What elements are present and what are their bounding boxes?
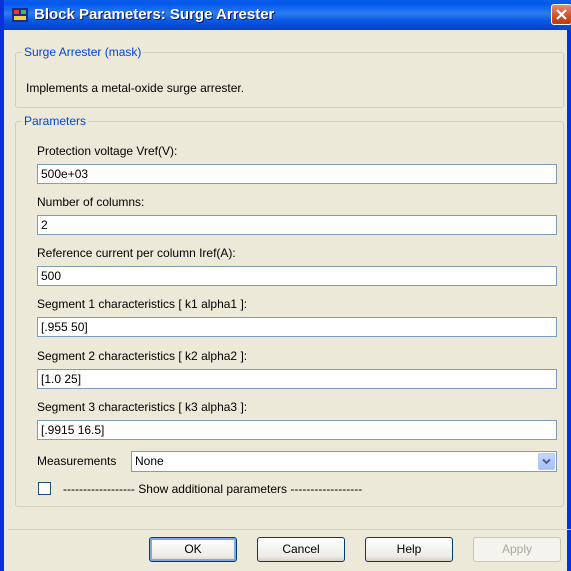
ok-button[interactable]: OK <box>149 537 237 562</box>
protection-voltage-label: Protection voltage Vref(V): <box>37 144 178 158</box>
segment-1-field[interactable]: [.955 50] <box>37 317 557 337</box>
mask-group: Surge Arrester (mask) Implements a metal… <box>15 45 564 108</box>
segment-3-field[interactable]: [.9915 16.5] <box>37 420 557 440</box>
mask-legend: Surge Arrester (mask) <box>22 45 144 59</box>
measurements-label: Measurements <box>37 454 117 468</box>
reference-current-label: Reference current per column Iref(A): <box>37 246 236 260</box>
measurements-selected: None <box>135 454 164 468</box>
reference-current-field[interactable]: 500 <box>37 266 557 286</box>
dropdown-arrow[interactable] <box>538 453 555 470</box>
close-icon <box>556 9 567 20</box>
footer-divider <box>8 529 571 530</box>
chevron-down-icon <box>542 458 551 465</box>
help-button[interactable]: Help <box>365 537 453 562</box>
parameters-legend: Parameters <box>22 114 89 128</box>
dialog-window: Block Parameters: Surge Arrester Surge A… <box>0 0 571 571</box>
segment-3-label: Segment 3 characteristics [ k3 alpha3 ]: <box>37 400 248 414</box>
apply-button[interactable]: Apply <box>473 537 561 562</box>
segment-1-label: Segment 1 characteristics [ k1 alpha1 ]: <box>37 297 248 311</box>
show-additional-label: ------------------ Show additional param… <box>63 482 363 496</box>
title-bar[interactable]: Block Parameters: Surge Arrester <box>4 0 571 30</box>
simulink-block-icon <box>12 7 28 23</box>
segment-2-label: Segment 2 characteristics [ k2 alpha2 ]: <box>37 349 248 363</box>
number-of-columns-label: Number of columns: <box>37 195 145 209</box>
segment-2-field[interactable]: [1.0 25] <box>37 369 557 389</box>
number-of-columns-field[interactable]: 2 <box>37 215 557 235</box>
window-title: Block Parameters: Surge Arrester <box>34 6 275 23</box>
show-additional-checkbox[interactable] <box>38 482 51 495</box>
mask-description: Implements a metal-oxide surge arrester. <box>26 81 245 95</box>
measurements-dropdown[interactable]: None <box>131 451 557 472</box>
cancel-button[interactable]: Cancel <box>257 537 345 562</box>
close-button[interactable] <box>551 4 571 25</box>
protection-voltage-field[interactable]: 500e+03 <box>37 164 557 184</box>
